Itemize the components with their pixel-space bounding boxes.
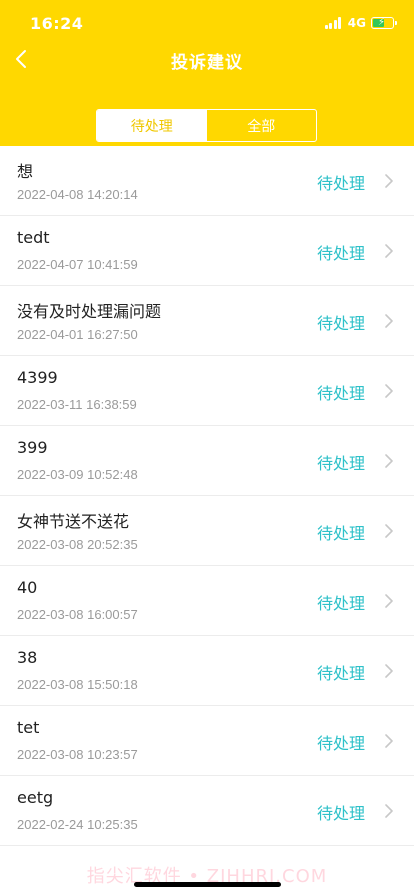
list-item[interactable]: 女神节送不送花 2022-03-08 20:52:35 待处理 [0, 496, 414, 566]
screen: 16:24 4G ⚡ 投诉建议 待处理 全部 想 2022-04-08 14:2… [0, 0, 414, 896]
item-date: 2022-03-09 10:52:48 [17, 467, 138, 482]
item-title: tet [17, 718, 40, 737]
chevron-right-icon [385, 244, 393, 258]
item-title: 38 [17, 648, 38, 667]
status-indicators: 4G ⚡ [324, 16, 397, 30]
item-title: tedt [17, 228, 50, 247]
chevron-right-icon [385, 664, 393, 678]
item-title: 4399 [17, 368, 58, 387]
nav-bar: 投诉建议 [0, 40, 414, 80]
item-date: 2022-03-08 15:50:18 [17, 677, 138, 692]
item-date: 2022-03-08 16:00:57 [17, 607, 138, 622]
item-date: 2022-03-08 10:23:57 [17, 747, 138, 762]
item-date: 2022-04-08 14:20:14 [17, 187, 138, 202]
item-date: 2022-04-01 16:27:50 [17, 327, 138, 342]
list-item[interactable]: 没有及时处理漏问题 2022-04-01 16:27:50 待处理 [0, 286, 414, 356]
signal-icon [324, 17, 343, 29]
chevron-right-icon [385, 734, 393, 748]
list-item[interactable]: 想 2022-04-08 14:20:14 待处理 [0, 146, 414, 216]
item-date: 2022-02-24 10:25:35 [17, 817, 138, 832]
header: 16:24 4G ⚡ 投诉建议 待处理 全部 [0, 0, 414, 146]
item-status: 待处理 [316, 454, 365, 473]
network-label: 4G [347, 16, 366, 30]
chevron-right-icon [385, 384, 393, 398]
status-time: 16:24 [30, 14, 84, 33]
item-title: 想 [17, 162, 34, 181]
item-title: eetg [17, 788, 54, 807]
tab-pending[interactable]: 待处理 [97, 110, 207, 141]
list-item[interactable]: tedt 2022-04-07 10:41:59 待处理 [0, 216, 414, 286]
item-date: 2022-04-07 10:41:59 [17, 257, 138, 272]
battery-icon: ⚡ [371, 17, 397, 29]
tab-all[interactable]: 全部 [207, 110, 317, 141]
chevron-right-icon [385, 804, 393, 818]
status-filter-tabs: 待处理 全部 [96, 109, 317, 142]
list-item[interactable]: 40 2022-03-08 16:00:57 待处理 [0, 566, 414, 636]
page-title: 投诉建议 [171, 53, 243, 73]
charging-bolt-icon: ⚡ [378, 17, 386, 28]
home-indicator[interactable] [134, 882, 281, 887]
chevron-right-icon [385, 524, 393, 538]
item-status: 待处理 [316, 804, 365, 823]
chevron-right-icon [385, 594, 393, 608]
item-status: 待处理 [316, 734, 365, 753]
item-status: 待处理 [316, 174, 365, 193]
item-status: 待处理 [316, 524, 365, 543]
list-item[interactable]: eetg 2022-02-24 10:25:35 待处理 [0, 776, 414, 846]
item-title: 没有及时处理漏问题 [17, 302, 162, 321]
item-date: 2022-03-08 20:52:35 [17, 537, 138, 552]
list-item[interactable]: 399 2022-03-09 10:52:48 待处理 [0, 426, 414, 496]
status-bar: 16:24 4G ⚡ [0, 0, 414, 44]
list-item[interactable]: 38 2022-03-08 15:50:18 待处理 [0, 636, 414, 706]
chevron-right-icon [385, 174, 393, 188]
item-status: 待处理 [316, 594, 365, 613]
item-status: 待处理 [316, 664, 365, 683]
item-status: 待处理 [316, 314, 365, 333]
complaint-list: 想 2022-04-08 14:20:14 待处理 tedt 2022-04-07 10… [0, 146, 414, 846]
chevron-right-icon [385, 314, 393, 328]
item-status: 待处理 [316, 384, 365, 403]
item-status: 待处理 [316, 244, 365, 263]
item-date: 2022-03-11 16:38:59 [17, 397, 137, 412]
list-item[interactable]: 4399 2022-03-11 16:38:59 待处理 [0, 356, 414, 426]
item-title: 40 [17, 578, 38, 597]
item-title: 399 [17, 438, 48, 457]
chevron-right-icon [385, 454, 393, 468]
list-item[interactable]: tet 2022-03-08 10:23:57 待处理 [0, 706, 414, 776]
item-title: 女神节送不送花 [17, 512, 130, 531]
